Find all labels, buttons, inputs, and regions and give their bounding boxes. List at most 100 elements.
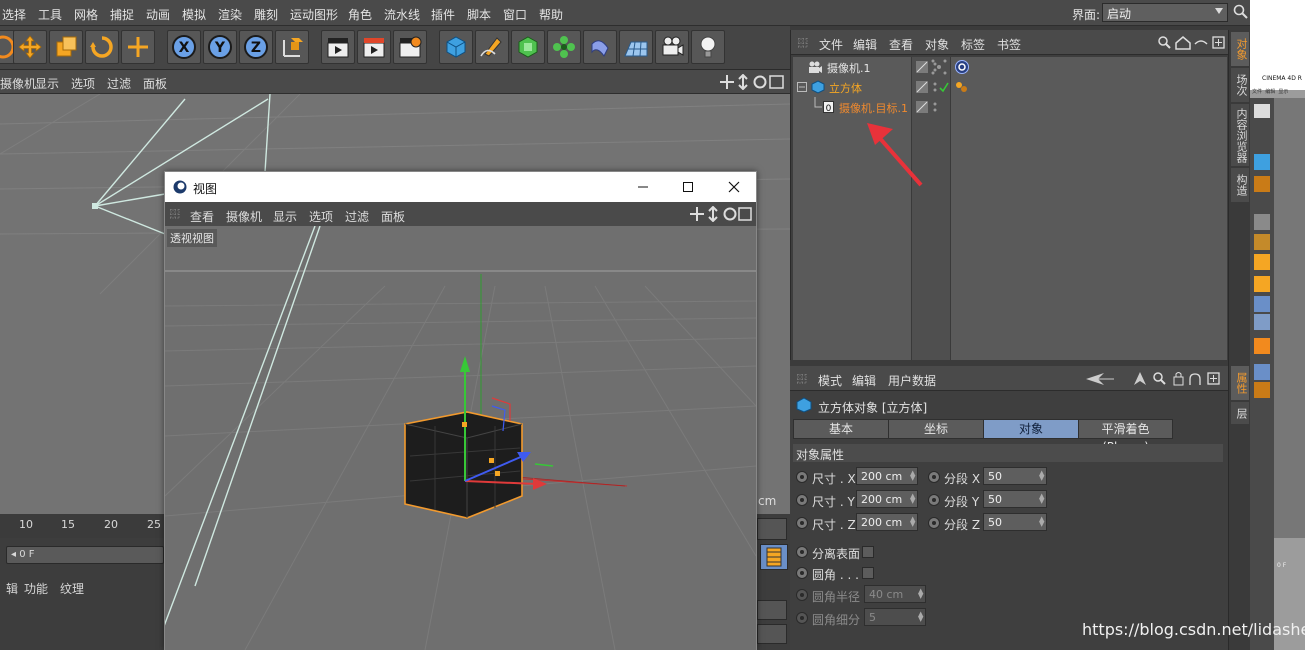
menu-mesh[interactable]: 网格 (74, 6, 98, 23)
timeline-dropdown[interactable] (757, 518, 787, 540)
tab-coordinates[interactable]: 坐标 (888, 419, 984, 439)
menu-script[interactable]: 脚本 (467, 6, 491, 23)
floor-button[interactable] (619, 30, 653, 64)
transform-tool-button[interactable] (121, 30, 155, 64)
menu-render[interactable]: 渲染 (218, 6, 242, 23)
grip-icon[interactable] (169, 208, 181, 220)
segments-z-animate-toggle[interactable] (928, 517, 940, 529)
size-y-animate-toggle[interactable] (796, 494, 808, 506)
grip-icon[interactable] (797, 37, 809, 49)
separate-surfaces-animate-toggle[interactable] (796, 546, 808, 558)
view-menu-options[interactable]: 选项 (309, 208, 333, 225)
size-x-input[interactable]: 200 cm ▲ ▼ (856, 467, 918, 485)
menu-tools[interactable]: 工具 (38, 6, 62, 23)
viewport-menu-options[interactable]: 选项 (71, 75, 95, 92)
menu-plugins[interactable]: 插件 (431, 6, 455, 23)
spinner-icon[interactable]: ▲ ▼ (1039, 516, 1044, 528)
spinner-icon[interactable]: ▲ ▼ (910, 470, 915, 482)
y-axis-lock-button[interactable]: Y (203, 30, 237, 64)
material-menu-function[interactable]: 功能 (24, 580, 48, 597)
layer-visibility-icons[interactable] (915, 80, 949, 94)
perspective-viewport[interactable]: 透视视图 (165, 226, 756, 650)
add-cube-button[interactable] (439, 30, 473, 64)
layout-select[interactable]: 启动 (1102, 3, 1228, 22)
minimize-icon[interactable] (637, 181, 649, 193)
om-menu-edit[interactable]: 编辑 (853, 36, 877, 53)
view-menu-display[interactable]: 显示 (273, 208, 297, 225)
x-axis-lock-button[interactable]: X (167, 30, 201, 64)
coord-dropdown-1[interactable] (757, 600, 787, 620)
material-menu-texture[interactable]: 纹理 (60, 580, 84, 597)
add-pen-spline-button[interactable] (475, 30, 509, 64)
tab-basic[interactable]: 基本 (793, 419, 889, 439)
timeline-ruler[interactable]: 10 15 20 25 (0, 514, 170, 538)
object-row-camera-target[interactable]: 0 摄像机.目标.1 (793, 97, 1227, 117)
menu-select[interactable]: 选择 (2, 6, 26, 23)
view-menu-filter[interactable]: 过滤 (345, 208, 369, 225)
menu-help[interactable]: 帮助 (539, 6, 563, 23)
am-menu-user-data[interactable]: 用户数据 (888, 372, 936, 389)
side-tab-content-browser[interactable]: 内容浏览器 (1231, 104, 1249, 166)
side-tab-structure[interactable]: 构造 (1231, 168, 1249, 202)
segments-x-animate-toggle[interactable] (928, 471, 940, 483)
object-properties-header[interactable]: 对象属性 (793, 444, 1223, 462)
search-icon[interactable] (1233, 4, 1249, 20)
view-menu-panel[interactable]: 面板 (381, 208, 405, 225)
menu-sculpt[interactable]: 雕刻 (254, 6, 278, 23)
close-icon[interactable] (728, 181, 740, 193)
render-to-picture-viewer-button[interactable] (357, 30, 391, 64)
size-y-input[interactable]: 200 cm ▲ ▼ (856, 490, 918, 508)
render-view-button[interactable] (321, 30, 355, 64)
frame-field[interactable]: ◂ 0 F (6, 546, 164, 564)
film-strip-button[interactable] (760, 544, 788, 570)
menu-animate[interactable]: 动画 (146, 6, 170, 23)
viewport-menu-panel[interactable]: 面板 (143, 75, 167, 92)
om-menu-objects[interactable]: 对象 (925, 36, 949, 53)
spinner-icon[interactable]: ▲ ▼ (910, 516, 915, 528)
light-button[interactable] (691, 30, 725, 64)
spinner-icon[interactable]: ▲ ▼ (910, 493, 915, 505)
phong-tag-icon[interactable] (954, 80, 970, 94)
viewport-menu-display[interactable]: 显示 (35, 75, 59, 92)
menu-window[interactable]: 窗口 (503, 6, 527, 23)
view-navigation-icons[interactable] (690, 206, 754, 222)
target-tag-icon[interactable] (954, 59, 970, 75)
layer-visibility-icons[interactable] (915, 100, 949, 114)
object-row-camera[interactable]: 摄像机.1 (793, 57, 1227, 77)
size-x-animate-toggle[interactable] (796, 471, 808, 483)
scale-tool-button[interactable] (49, 30, 83, 64)
z-axis-lock-button[interactable]: Z (239, 30, 273, 64)
om-menu-file[interactable]: 文件 (819, 36, 843, 53)
viewport-menu-camera[interactable]: 摄像机 (0, 75, 36, 92)
subdivision-surface-button[interactable] (511, 30, 545, 64)
tab-phong[interactable]: 平滑着色(Phong) (1078, 419, 1173, 454)
om-menu-view[interactable]: 查看 (889, 36, 913, 53)
render-settings-button[interactable] (393, 30, 427, 64)
deformer-button[interactable] (583, 30, 617, 64)
am-menu-mode[interactable]: 模式 (818, 372, 842, 389)
coord-dropdown-2[interactable] (757, 624, 787, 644)
collapse-icon[interactable] (797, 82, 807, 92)
segments-y-input[interactable]: 50 ▲ ▼ (983, 490, 1047, 508)
side-tab-attributes[interactable]: 属性 (1231, 366, 1249, 400)
spinner-icon[interactable]: ▲ ▼ (1039, 493, 1044, 505)
om-menu-bookmarks[interactable]: 书签 (997, 36, 1021, 53)
cloner-button[interactable] (547, 30, 581, 64)
am-toolbar-icons[interactable] (1084, 371, 1226, 387)
viewport-navigation-icons[interactable] (720, 74, 786, 90)
am-menu-edit[interactable]: 编辑 (852, 372, 876, 389)
material-menu-edit[interactable]: 辑 (6, 580, 18, 597)
segments-y-animate-toggle[interactable] (928, 494, 940, 506)
menu-character[interactable]: 角色 (348, 6, 372, 23)
menu-simulate[interactable]: 模拟 (182, 6, 206, 23)
size-z-animate-toggle[interactable] (796, 517, 808, 529)
viewport-menu-filter[interactable]: 过滤 (107, 75, 131, 92)
coordinate-system-button[interactable] (275, 30, 309, 64)
side-tab-objects[interactable]: 对象 (1231, 32, 1249, 66)
side-tab-takes[interactable]: 场次 (1231, 68, 1249, 102)
camera-tag-icon[interactable] (931, 59, 947, 75)
grip-icon[interactable] (796, 373, 808, 385)
tab-object[interactable]: 对象 (983, 419, 1079, 439)
menu-pipeline[interactable]: 流水线 (384, 6, 420, 23)
menu-mograph[interactable]: 运动图形 (290, 6, 338, 23)
